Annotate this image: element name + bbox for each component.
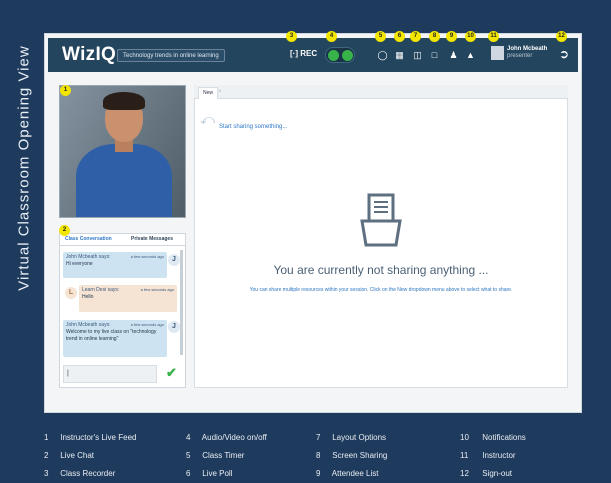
- message-time: a few seconds ago: [130, 322, 164, 327]
- chat-message: John Mcbeath says: a few seconds ago Wel…: [63, 320, 167, 357]
- legend-item: 8 Screen Sharing: [316, 451, 388, 460]
- screen-share-icon[interactable]: □: [429, 50, 440, 61]
- message-author: John Mcbeath says:: [66, 322, 111, 328]
- callout-badge: 11: [488, 31, 499, 42]
- app-logo: WizIQ: [62, 44, 117, 65]
- legend-item: 5 Class Timer: [186, 451, 245, 460]
- poll-icon[interactable]: ▦: [394, 50, 405, 61]
- avatar: J: [168, 321, 180, 333]
- legend-item: 4 Audio/Video on/off: [186, 433, 267, 442]
- empty-tray-icon: [360, 193, 402, 247]
- message-text: Hi everyone: [66, 261, 93, 267]
- instructor-avatar[interactable]: [491, 46, 504, 60]
- legend-item: 6 Live Poll: [186, 469, 233, 478]
- attendee-list-icon[interactable]: ♟: [448, 50, 459, 61]
- legend-item: 7 Layout Options: [316, 433, 387, 442]
- tab-close-icon[interactable]: ×: [218, 89, 222, 95]
- side-title: Virtual Classroom Opening View: [15, 45, 33, 291]
- audio-video-toggle[interactable]: [325, 47, 355, 63]
- message-time: a few seconds ago: [140, 287, 174, 292]
- avatar: J: [168, 254, 180, 266]
- callout-badge: 4: [326, 31, 337, 42]
- timer-icon[interactable]: ◯: [377, 50, 388, 61]
- notification-bell-icon[interactable]: ▲: [465, 50, 476, 61]
- callout-badge: 8: [429, 31, 440, 42]
- microphone-icon: [328, 50, 339, 61]
- legend-item: 10 Notifications: [460, 433, 526, 442]
- callout-badge: 6: [394, 31, 405, 42]
- legend-item: 12 Sign-out: [460, 469, 513, 478]
- empty-state-description: You can share multiple resources within …: [249, 287, 513, 293]
- callout-badge: 5: [375, 31, 386, 42]
- message-author: Learn Desi says:: [82, 287, 120, 293]
- instructor-role: presenter: [507, 53, 533, 59]
- message-time: a few seconds ago: [130, 254, 164, 259]
- sign-out-icon[interactable]: ➲: [557, 47, 571, 61]
- callout-badge: 9: [446, 31, 457, 42]
- layout-icon[interactable]: ◫: [412, 50, 423, 61]
- empty-state-title: You are currently not sharing anything .…: [273, 263, 489, 277]
- start-sharing-hint: Start sharing something...: [219, 124, 288, 130]
- callout-badge: 7: [410, 31, 421, 42]
- tab-private-messages[interactable]: Private Messages: [131, 236, 173, 242]
- callout-badge: 10: [465, 31, 476, 42]
- callout-badge: 1: [60, 85, 71, 96]
- instructor-live-feed: [59, 85, 186, 218]
- callout-badge: 2: [59, 225, 70, 236]
- avatar: L: [65, 287, 77, 299]
- session-title: Technology trends in online learning: [117, 49, 225, 62]
- legend-item: 11 Instructor: [460, 451, 516, 460]
- callout-badge: 12: [556, 31, 567, 42]
- tab-new[interactable]: New: [198, 87, 219, 99]
- message-author: John Mcbeath says:: [66, 254, 111, 260]
- chat-message: Learn Desi says: a few seconds ago Hello: [79, 285, 177, 312]
- send-check-icon[interactable]: ✔: [166, 366, 178, 380]
- chat-message: John Mcbeath says: a few seconds ago Hi …: [63, 252, 167, 278]
- legend-item: 9 Attendee List: [316, 469, 379, 478]
- message-text: Welcome to my live class on "technology …: [66, 329, 157, 342]
- class-recorder-button[interactable]: [·] REC: [290, 49, 317, 62]
- tab-class-conversation[interactable]: Class Conversation: [65, 236, 112, 242]
- legend-item: 2 Live Chat: [44, 451, 95, 460]
- legend-item: 3 Class Recorder: [44, 469, 116, 478]
- callout-badge: 3: [286, 31, 297, 42]
- camera-icon: [342, 50, 353, 61]
- curved-arrow-icon: ⤺: [200, 111, 215, 127]
- message-text: Hello: [82, 294, 94, 300]
- board-tab-strip: [194, 85, 568, 99]
- legend-item: 1 Instructor's Live Feed: [44, 433, 137, 442]
- chat-tabs: Class Conversation Private Messages: [59, 233, 186, 246]
- instructor-name: John Mcbeath: [507, 46, 548, 52]
- chat-input[interactable]: |: [63, 365, 157, 383]
- chat-scrollbar[interactable]: [180, 250, 183, 355]
